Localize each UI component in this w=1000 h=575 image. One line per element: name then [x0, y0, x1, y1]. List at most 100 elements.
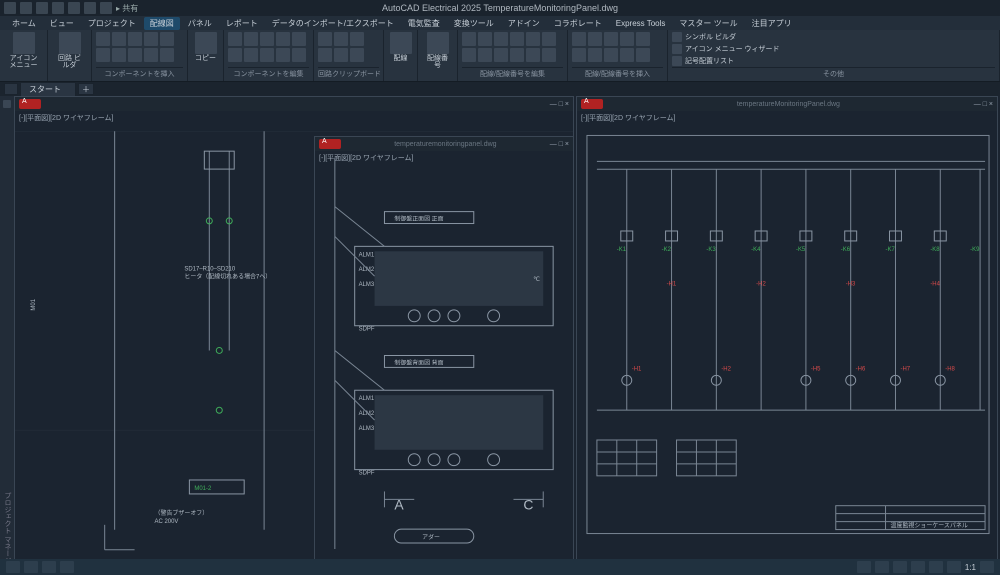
qat-undo-icon[interactable] [68, 2, 80, 14]
tab-schematic[interactable]: 配線図 [144, 17, 180, 30]
tool-icon[interactable] [144, 32, 158, 46]
wire-button[interactable]: 配線 [388, 32, 413, 62]
tool-icon[interactable] [260, 48, 274, 62]
tool-icon[interactable] [244, 32, 258, 46]
viewport-controls[interactable]: — □ × [550, 141, 569, 148]
circuit-builder-button[interactable]: 回路 ビルダ [52, 32, 87, 69]
viewport-controls[interactable]: — □ × [974, 101, 993, 108]
tab-view[interactable]: ビュー [44, 17, 80, 30]
sym-list-label[interactable]: 記号配置リスト [685, 56, 734, 66]
status-icon[interactable] [857, 561, 871, 573]
icon-wizard-icon[interactable] [672, 44, 682, 54]
status-icon[interactable] [929, 561, 943, 573]
status-settings-icon[interactable] [980, 561, 994, 573]
icon-wizard-label[interactable]: アイコン メニュー ウィザード [685, 44, 780, 54]
tool-icon[interactable] [128, 48, 142, 62]
tool-icon[interactable] [276, 48, 290, 62]
tool-icon[interactable] [604, 32, 618, 46]
tool-icon[interactable] [318, 32, 332, 46]
viewport-right[interactable]: temperatureMonitoringPanel.dwg — □ × [-]… [576, 96, 998, 561]
status-icon[interactable] [875, 561, 889, 573]
tool-icon[interactable] [478, 32, 492, 46]
symbol-builder-icon[interactable] [672, 32, 682, 42]
tool-icon[interactable] [494, 32, 508, 46]
tool-icon[interactable] [588, 32, 602, 46]
qat-save-icon[interactable] [52, 2, 64, 14]
viewport-area[interactable]: — □ × [-][平面図][2D ワイヤフレーム] ディジタル表示器 BD- [14, 96, 1000, 575]
tool-icon[interactable] [276, 32, 290, 46]
tool-icon[interactable] [620, 48, 634, 62]
tool-icon[interactable] [620, 32, 634, 46]
tool-icon[interactable] [572, 48, 586, 62]
tool-icon[interactable] [350, 48, 364, 62]
tool-icon[interactable] [526, 32, 540, 46]
tool-icon[interactable] [96, 48, 110, 62]
tool-icon[interactable] [604, 48, 618, 62]
qat-open-icon[interactable] [36, 2, 48, 14]
sym-list-icon[interactable] [672, 56, 682, 66]
wirenum-button[interactable]: 配線番号 [422, 32, 453, 69]
tab-reports[interactable]: レポート [220, 17, 264, 30]
app-icon[interactable] [4, 2, 16, 14]
drawing-canvas-2[interactable]: 制御盤正面図 正面 ALM1 ALM2 ALM3 SDPF ℃ 制御盤背面図 背… [315, 151, 573, 560]
new-tab-button[interactable]: ＋ [78, 83, 94, 95]
viewport-badge[interactable] [19, 99, 41, 109]
tool-icon[interactable] [334, 32, 348, 46]
tool-icon[interactable] [160, 48, 174, 62]
drawing-menu-button[interactable] [4, 83, 18, 95]
tool-icon[interactable] [128, 32, 142, 46]
tool-icon[interactable] [260, 32, 274, 46]
tool-icon[interactable] [478, 48, 492, 62]
tool-icon[interactable] [572, 32, 586, 46]
tool-icon[interactable] [636, 32, 650, 46]
tab-featured[interactable]: 注目アプリ [746, 17, 798, 30]
tool-icon[interactable] [144, 48, 158, 62]
tool-icon[interactable] [160, 32, 174, 46]
tab-project[interactable]: プロジェクト [82, 17, 142, 30]
tab-audit[interactable]: 電気監査 [402, 17, 446, 30]
status-snap-button[interactable] [42, 561, 56, 573]
tool-icon[interactable] [510, 32, 524, 46]
status-icon[interactable] [893, 561, 907, 573]
qat-share-button[interactable]: ▸ 共有 [116, 3, 138, 14]
copy-button[interactable]: コピー [192, 32, 219, 62]
tab-import-export[interactable]: データのインポート/エクスポート [266, 17, 400, 30]
status-ortho-button[interactable] [60, 561, 74, 573]
tab-express[interactable]: Express Tools [610, 18, 672, 29]
viewport-badge[interactable] [319, 139, 341, 149]
tab-addins[interactable]: アドイン [502, 17, 546, 30]
tool-icon[interactable] [494, 48, 508, 62]
tool-icon[interactable] [542, 48, 556, 62]
drawing-canvas-3[interactable]: -K1 -K2 -K3 -K4 -K5 -K6 -K7 -K8 -K9 -H1 … [577, 111, 997, 560]
tool-icon[interactable] [318, 48, 332, 62]
status-icon[interactable] [911, 561, 925, 573]
qat-plot-icon[interactable] [100, 2, 112, 14]
qat-redo-icon[interactable] [84, 2, 96, 14]
tool-icon[interactable] [350, 32, 364, 46]
tool-icon[interactable] [334, 48, 348, 62]
tool-icon[interactable] [96, 32, 110, 46]
tool-icon[interactable] [292, 48, 306, 62]
tool-icon[interactable] [462, 32, 476, 46]
tool-icon[interactable] [112, 48, 126, 62]
viewport-badge[interactable] [581, 99, 603, 109]
tool-icon[interactable] [510, 48, 524, 62]
status-model-button[interactable] [6, 561, 20, 573]
file-tab-start[interactable]: スタート [20, 82, 76, 97]
tab-home[interactable]: ホーム [6, 17, 42, 30]
tool-icon[interactable] [228, 32, 242, 46]
tab-panel[interactable]: パネル [182, 17, 218, 30]
viewport-controls[interactable]: — □ × [550, 101, 569, 108]
tool-icon[interactable] [228, 48, 242, 62]
tab-master[interactable]: マスター ツール [673, 17, 743, 30]
qat-new-icon[interactable] [20, 2, 32, 14]
tool-icon[interactable] [112, 32, 126, 46]
tool-icon[interactable] [244, 48, 258, 62]
icon-menu-button[interactable]: アイコン メニュー [4, 32, 43, 69]
rail-icon[interactable] [3, 100, 11, 108]
viewport-front-middle[interactable]: temperaturemonitoringpanel.dwg — □ × [-]… [314, 136, 574, 561]
tool-icon[interactable] [588, 48, 602, 62]
tool-icon[interactable] [526, 48, 540, 62]
status-icon[interactable] [947, 561, 961, 573]
tool-icon[interactable] [462, 48, 476, 62]
